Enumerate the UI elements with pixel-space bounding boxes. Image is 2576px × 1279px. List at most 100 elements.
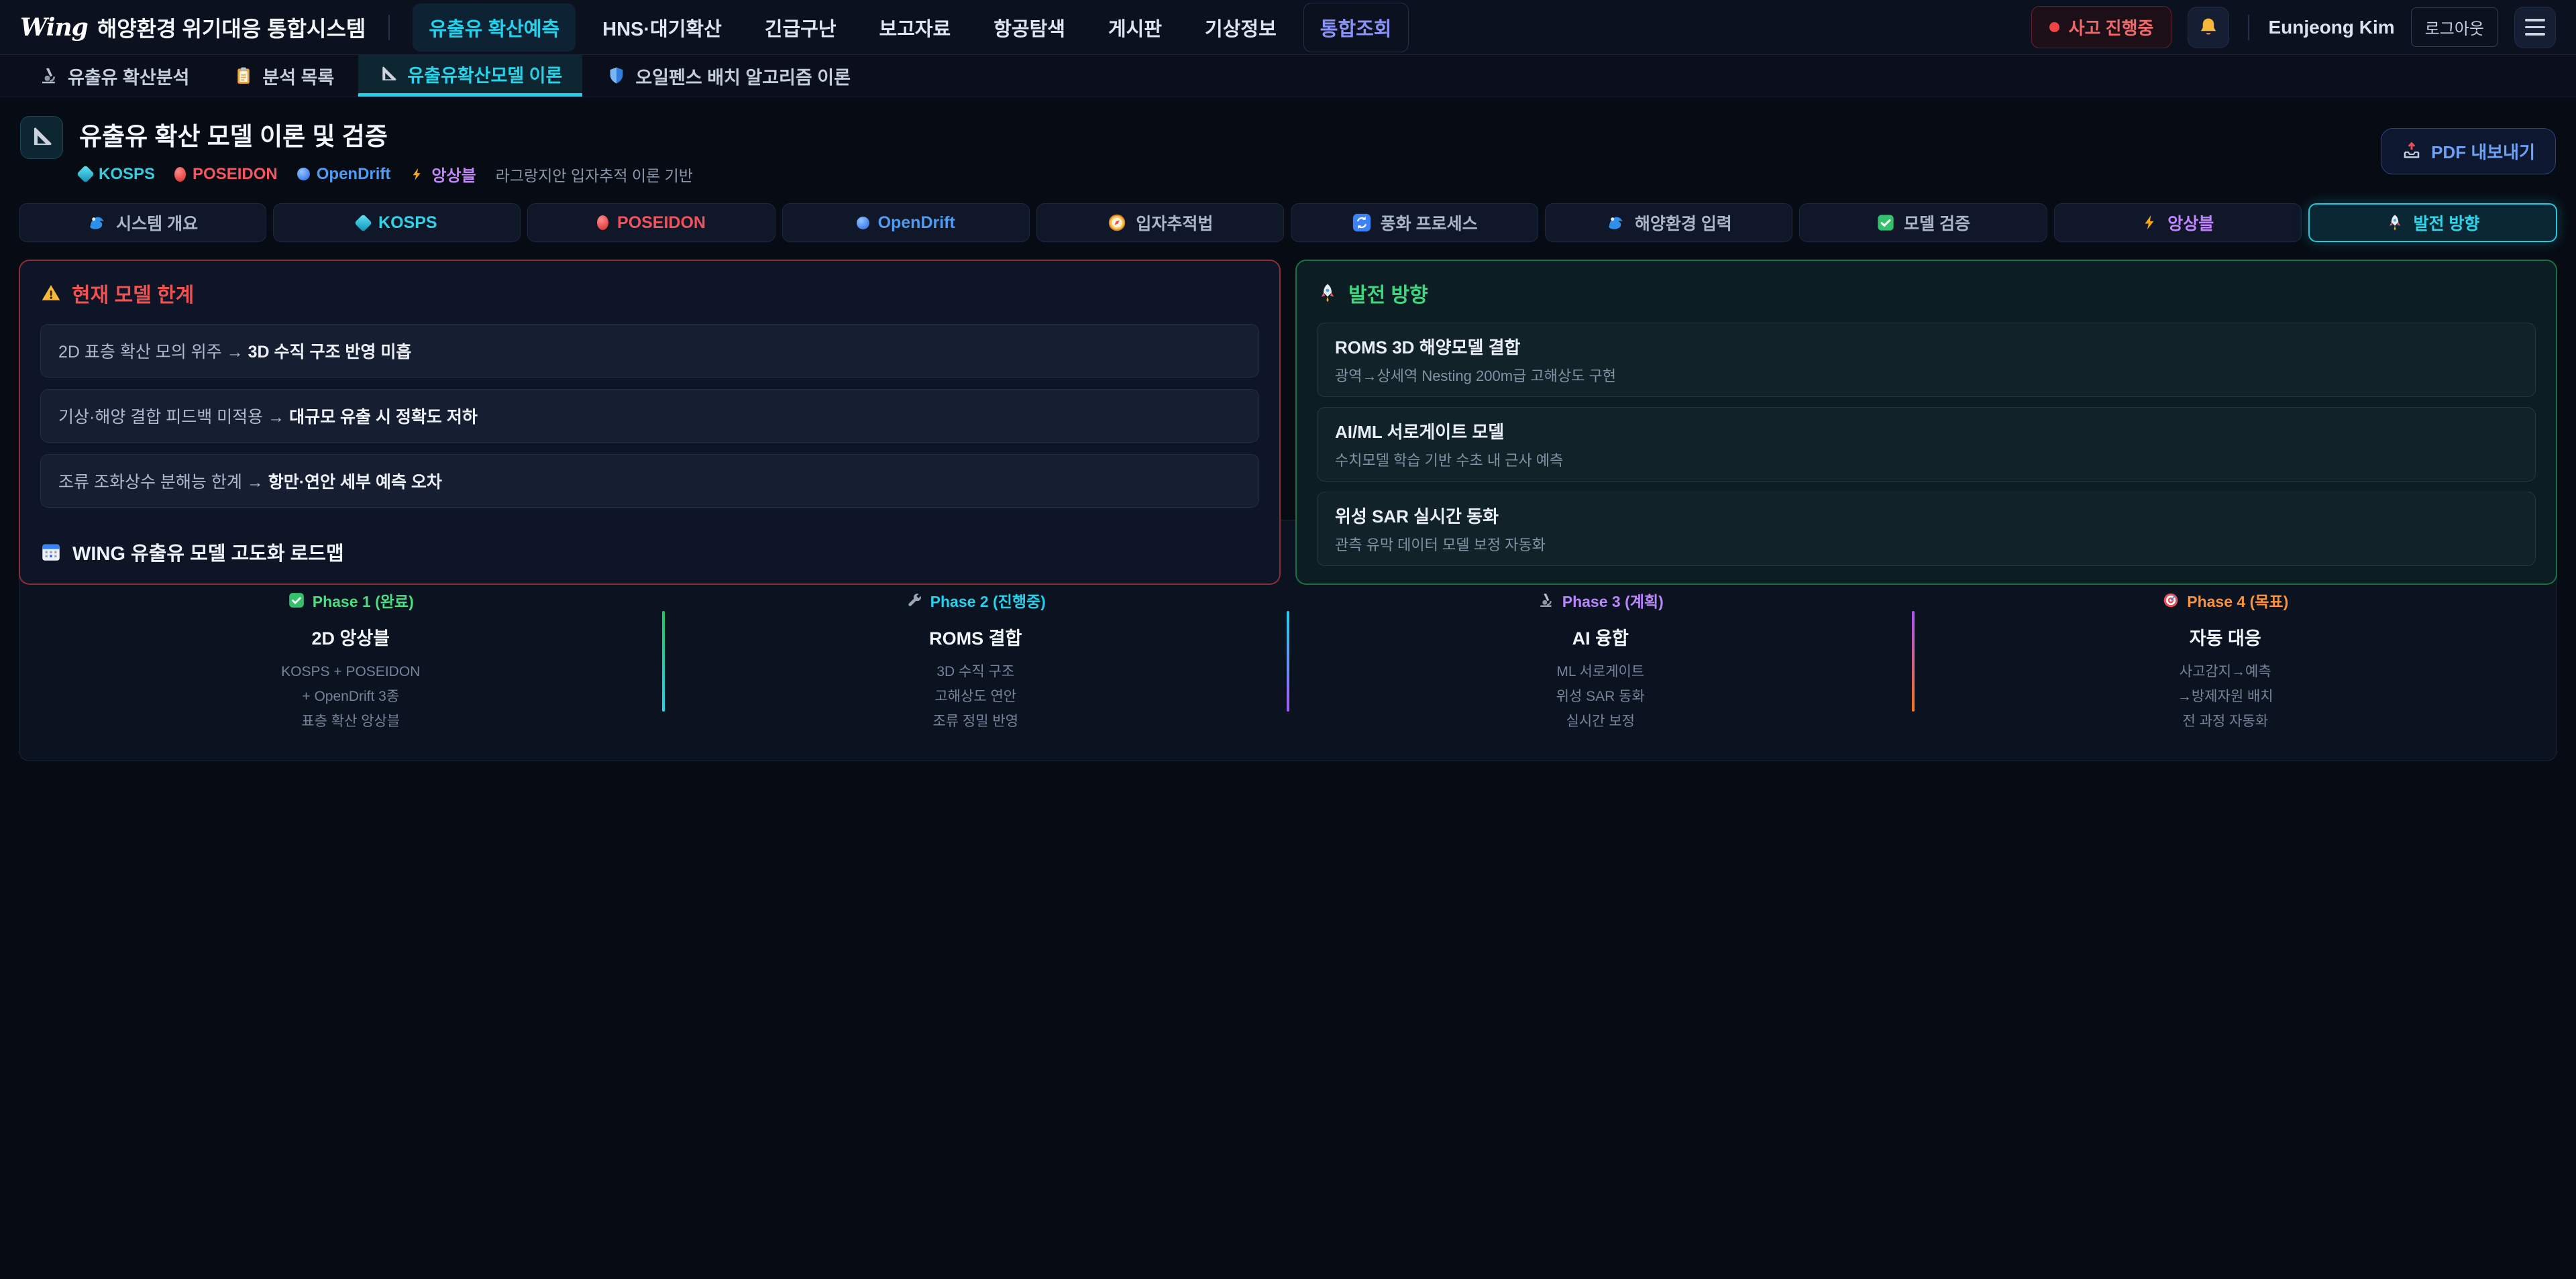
section-pill-future-direction[interactable]: 발전 방향 [2308,203,2557,242]
wave-icon [1606,213,1626,233]
section-pill-opendrift[interactable]: OpenDrift [782,203,1030,242]
page-icon-box [20,116,63,159]
content-cards: 현재 모델 한계 2D 표층 확산 모의 위주 → 3D 수직 구조 반영 미흡… [19,260,2557,502]
red-circle-icon [597,215,608,230]
phase-4-label-row: Phase 4 (목표) [1915,589,2537,612]
rocket-icon [1317,282,1338,304]
badge-opendrift: OpenDrift [297,165,391,184]
lightning-icon [410,167,425,182]
phase-1-label-row: Phase 1 (완료) [40,589,662,612]
section-pill-ensemble[interactable]: 앙상블 [2054,203,2302,242]
bell-icon [2196,15,2220,40]
section-pill-system-overview[interactable]: 시스템 개요 [19,203,266,242]
phase-2-line: 3D 수직 구조 [665,660,1287,685]
nav-item-hns-diffusion[interactable]: HNS·대기확산 [586,3,738,52]
divider [388,15,390,40]
model-badges: KOSPS POSEIDON OpenDrift 앙상블 라그랑지안 입자추적 … [79,162,693,186]
roadmap-phase-2: Phase 2 (진행중) ROMS 결합 3D 수직 구조 고해상도 연안 조… [665,589,1287,734]
limitation-item: 조류 조화상수 분해능 한계 → 항만·연안 세부 예측 오차 [40,454,1259,508]
nav-item-weather-info[interactable]: 기상정보 [1189,3,1293,52]
page-subtitle-note: 라그랑지안 입자추적 이론 기반 [496,163,693,186]
main-nav: 유출유 확산예측 HNS·대기확산 긴급구난 보고자료 항공탐색 게시판 기상정… [413,3,1408,52]
limitation-item: 기상·해양 결합 피드백 미적용 → 대규모 유출 시 정확도 저하 [40,389,1259,443]
nav-item-aerial-search[interactable]: 항공탐색 [977,3,1081,52]
phase-1-line: 표층 확산 앙상블 [40,710,662,734]
calendar-icon [40,541,62,563]
badge-ensemble: 앙상블 [410,162,476,186]
section-pill-model-validation[interactable]: 모델 검증 [1799,203,2047,242]
tab-spill-model-theory[interactable]: 유출유확산모델 이론 [358,55,582,97]
phase-2-label-row: Phase 2 (진행중) [665,589,1287,612]
clipboard-icon [233,66,254,86]
phase-3-label-row: Phase 3 (계획) [1289,589,1912,612]
badge-poseidon: POSEIDON [174,165,278,184]
tab-label: 분석 목록 [262,63,334,89]
phase-3-line: 실시간 보정 [1289,710,1912,734]
tab-label: 유출유확산모델 이론 [407,61,562,87]
top-bar: Wing 해양환경 위기대응 통합시스템 유출유 확산예측 HNS·대기확산 긴… [0,0,2576,55]
check-icon [288,592,305,609]
sub-tab-bar: 유출유 확산분석 분석 목록 유출유확산모델 이론 [0,55,2576,97]
nav-item-reports[interactable]: 보고자료 [863,3,967,52]
roadmap-title: WING 유출유 모델 고도화 로드맵 [72,538,344,566]
microscope-icon [39,66,59,86]
limitation-item: 2D 표층 확산 모의 위주 → 3D 수직 구조 반영 미흡 [40,324,1259,378]
top-bar-right: 사고 진행중 Eunjeong Kim 로그아웃 [2031,6,2556,48]
future-directions-card: 발전 방향 ROMS 3D 해양모델 결합 광역→상세역 Nesting 200… [1295,260,2557,585]
incident-status-badge[interactable]: 사고 진행중 [2031,6,2172,48]
triangle-ruler-icon [378,64,398,85]
section-pill-kosps[interactable]: KOSPS [273,203,521,242]
section-pill-weathering-process[interactable]: 풍화 프로세스 [1291,203,1538,242]
blue-circle-icon [857,217,869,229]
microscope-icon [1538,592,1555,609]
nav-item-integrated-search[interactable]: 통합조회 [1303,3,1409,52]
menu-button[interactable] [2514,7,2556,48]
future-list: ROMS 3D 해양모델 결합 광역→상세역 Nesting 200m급 고해상… [1317,323,2536,566]
divider [2248,15,2249,40]
refresh-icon [1352,213,1372,233]
app-logo: Wing 해양환경 위기대응 통합시스템 [20,12,366,43]
app-title: 해양환경 위기대응 통합시스템 [97,12,366,43]
tab-oil-fence-algorithm-theory[interactable]: 오일펜스 배치 알고리즘 이론 [586,55,871,97]
future-title: 발전 방향 [1348,278,1428,308]
tab-label: 오일펜스 배치 알고리즘 이론 [635,63,851,89]
future-title-row: 발전 방향 [1317,278,2536,308]
phase-3-line: ML 서로게이트 [1289,660,1912,685]
lightning-icon [2141,214,2159,231]
tab-spill-analysis[interactable]: 유출유 확산분석 [19,55,209,97]
nav-item-board[interactable]: 게시판 [1092,3,1178,52]
badge-kosps: KOSPS [79,165,155,184]
future-item: 위성 SAR 실시간 동화 관측 유막 데이터 모델 보정 자동화 [1317,492,2536,566]
pdf-export-button[interactable]: PDF 내보내기 [2381,128,2556,174]
roadmap-phase-3: Phase 3 (계획) AI 융합 ML 서로게이트 위성 SAR 동화 실시… [1289,589,1912,734]
roadmap-phase-1: Phase 1 (완료) 2D 앙상블 KOSPS + POSEIDON + O… [40,589,662,734]
nav-item-emergency-rescue[interactable]: 긴급구난 [749,3,853,52]
wrench-icon [906,592,923,609]
section-pill-marine-env-input[interactable]: 해양환경 입력 [1545,203,1792,242]
incident-label: 사고 진행중 [2069,15,2154,40]
incident-dot-icon [2049,22,2059,32]
phase-4-line: 사고감지→예측 [1915,660,2537,685]
logo-wing-text: Wing [20,13,88,42]
notifications-button[interactable] [2188,7,2229,48]
diamond-icon [76,165,95,183]
limitations-title-row: 현재 모델 한계 [40,278,1259,308]
future-item: AI/ML 서로게이트 모델 수치모델 학습 기반 수초 내 근사 예측 [1317,407,2536,482]
page-header: 유출유 확산 모델 이론 및 검증 KOSPS POSEIDON OpenDri… [0,97,2576,199]
phase-4-title: 자동 대응 [1915,624,2537,650]
hamburger-icon [2525,19,2545,36]
shield-icon [606,66,627,86]
target-icon [2162,592,2180,609]
phase-3-line: 위성 SAR 동화 [1289,685,1912,710]
nav-item-oil-spill-prediction[interactable]: 유출유 확산예측 [413,3,576,52]
rocket-icon [2385,213,2404,232]
logout-button[interactable]: 로그아웃 [2411,7,2498,47]
section-pill-particle-tracking[interactable]: 입자추적법 [1036,203,1284,242]
limitations-title: 현재 모델 한계 [72,278,194,308]
tab-analysis-list[interactable]: 분석 목록 [213,55,354,97]
user-name: Eunjeong Kim [2268,17,2394,38]
phase-2-line: 조류 정밀 반영 [665,710,1287,734]
roadmap-phase-4: Phase 4 (목표) 자동 대응 사고감지→예측 →방제자원 배치 전 과정… [1915,589,2537,734]
page-header-text: 유출유 확산 모델 이론 및 검증 KOSPS POSEIDON OpenDri… [79,116,693,186]
section-pill-poseidon[interactable]: POSEIDON [527,203,775,242]
